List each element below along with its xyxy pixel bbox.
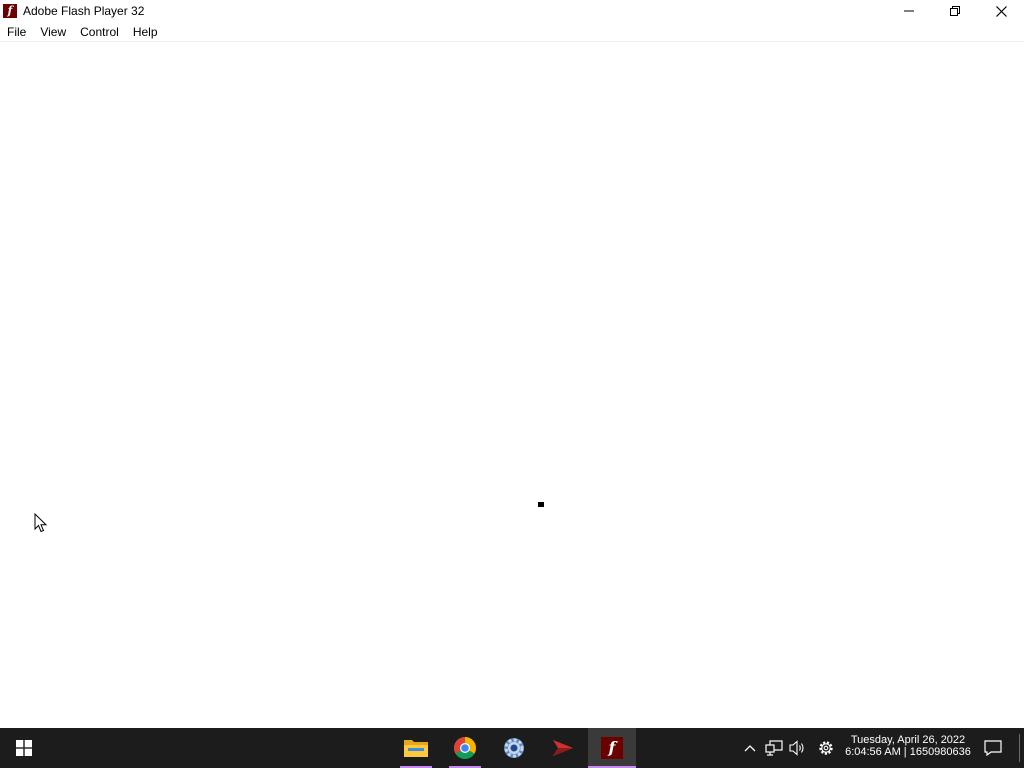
network-icon — [765, 740, 783, 756]
close-icon — [995, 5, 1007, 17]
menu-bar: File View Control Help — [0, 22, 1024, 42]
taskbar-red-arrow-app[interactable] — [539, 728, 587, 768]
flash-player-icon: f — [601, 737, 623, 759]
restore-icon — [950, 6, 960, 16]
flash-icon: f — [3, 4, 17, 18]
flash-stage[interactable] — [0, 43, 1024, 728]
file-explorer-icon — [404, 740, 428, 757]
chrome-icon — [454, 737, 476, 759]
minimize-button[interactable] — [886, 0, 932, 22]
start-button[interactable] — [0, 728, 48, 768]
tray-settings[interactable] — [815, 728, 837, 768]
taskbar-flash-player[interactable]: f — [588, 728, 636, 768]
mouse-cursor-icon — [34, 513, 48, 533]
notification-icon — [984, 740, 1002, 756]
menu-file[interactable]: File — [0, 22, 33, 42]
tray-volume[interactable] — [787, 728, 809, 768]
taskbar-clock[interactable]: Tuesday, April 26, 2022 6:04:56 AM | 165… — [838, 734, 978, 758]
taskbar-chrome[interactable] — [441, 728, 489, 768]
taskbar-settings[interactable] — [490, 728, 538, 768]
window-title: Adobe Flash Player 32 — [23, 4, 145, 18]
taskbar-file-explorer[interactable] — [392, 728, 440, 768]
minimize-icon — [904, 10, 914, 12]
settings-gear-icon — [504, 738, 524, 758]
chevron-up-icon — [744, 745, 756, 752]
stage-dot — [538, 502, 544, 507]
tray-network[interactable] — [763, 728, 785, 768]
title-bar[interactable]: f Adobe Flash Player 32 — [0, 0, 1024, 22]
window-controls — [886, 0, 1024, 22]
clock-time: 6:04:56 AM | 1650980636 — [845, 746, 971, 758]
volume-icon — [789, 740, 804, 756]
close-button[interactable] — [978, 0, 1024, 22]
menu-help[interactable]: Help — [126, 22, 165, 42]
taskbar: f Tuesday, April 26, 2022 6:04:56 AM | 1… — [0, 728, 1024, 768]
windows-icon — [16, 740, 32, 756]
tray-overflow-button[interactable] — [740, 728, 760, 768]
menu-view[interactable]: View — [33, 22, 73, 42]
menu-control[interactable]: Control — [73, 22, 126, 42]
gear-icon — [819, 741, 833, 755]
clock-date: Tuesday, April 26, 2022 — [850, 734, 966, 746]
red-arrow-app-icon — [553, 740, 573, 756]
show-desktop-button[interactable] — [1019, 734, 1020, 762]
restore-button[interactable] — [932, 0, 978, 22]
notification-center-button[interactable] — [978, 728, 1008, 768]
